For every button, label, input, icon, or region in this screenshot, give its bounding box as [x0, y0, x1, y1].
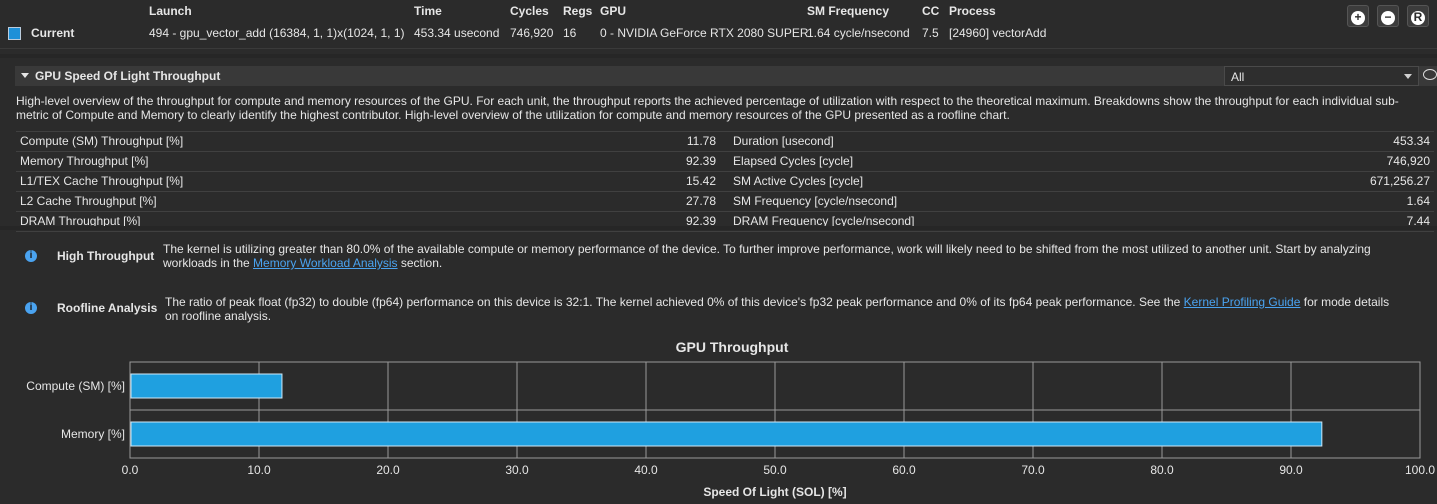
note-title: Roofline Analysis	[57, 301, 158, 315]
reset-button[interactable]: R	[1407, 5, 1429, 27]
col-time[interactable]: Time	[414, 4, 442, 18]
metric-value: 15.42	[685, 174, 716, 188]
reset-icon: R	[1411, 11, 1425, 25]
col-regs[interactable]: Regs	[563, 4, 592, 18]
dropdown-value: All	[1231, 70, 1245, 84]
time-value: 453.34 usecond	[414, 26, 500, 40]
chart-title: GPU Throughput	[676, 339, 789, 355]
launch-header: Launch Time Cycles Regs GPU SM Frequency…	[0, 0, 1437, 49]
section-description: High-level overview of the throughput fo…	[16, 94, 1399, 122]
info-icon: i	[25, 302, 37, 314]
current-color-swatch	[8, 27, 21, 40]
body-filter-dropdown[interactable]: All	[1224, 66, 1419, 86]
section-title: GPU Speed Of Light Throughput	[35, 69, 221, 83]
x-tick-label: 30.0	[505, 463, 529, 477]
launch-value: 494 - gpu_vector_add (16384, 1, 1)x(1024…	[149, 26, 405, 40]
chevron-down-icon	[1404, 74, 1412, 79]
metric-value: 27.78	[685, 194, 716, 208]
section-header[interactable]: GPU Speed Of Light Throughput All	[15, 66, 1437, 86]
comment-icon[interactable]	[1423, 69, 1437, 80]
metric-name: Duration [usecond]	[733, 134, 834, 148]
metric-value: 1.64	[1406, 194, 1430, 208]
x-tick-label: 70.0	[1021, 463, 1045, 477]
x-tick-label: 50.0	[763, 463, 787, 477]
metric-name: Elapsed Cycles [cycle]	[733, 154, 854, 168]
cc-value: 7.5	[922, 26, 939, 40]
add-baseline-button[interactable]: +	[1347, 5, 1369, 27]
x-tick-label: 90.0	[1279, 463, 1303, 477]
x-tick-label: 60.0	[892, 463, 916, 477]
plus-circle-icon: +	[1351, 11, 1365, 25]
bar[interactable]	[130, 421, 1323, 447]
gpu-value: 0 - NVIDIA GeForce RTX 2080 SUPER	[600, 26, 809, 40]
x-tick-label: 0.0	[122, 463, 139, 477]
info-icon: i	[25, 250, 37, 262]
col-sm-frequency[interactable]: SM Frequency	[807, 4, 889, 18]
note-title: High Throughput	[57, 249, 155, 263]
memory-workload-analysis-link[interactable]: Memory Workload Analysis	[253, 256, 398, 270]
x-tick-label: 10.0	[247, 463, 271, 477]
col-cycles[interactable]: Cycles	[510, 4, 549, 18]
x-axis-label: Speed Of Light (SOL) [%]	[703, 485, 846, 499]
x-tick-label: 40.0	[634, 463, 658, 477]
divider	[0, 54, 1437, 58]
metric-row: Memory Throughput [%] 92.39 Elapsed Cycles…	[16, 151, 1434, 171]
y-category-label: Memory [%]	[61, 427, 125, 441]
metric-value: 92.39	[685, 154, 716, 168]
metric-name: SM Active Cycles [cycle]	[733, 174, 864, 188]
gpu-throughput-chart: GPU Throughput Speed Of Light (SOL) [%] …	[26, 339, 1435, 499]
sm-frequency-value: 1.64 cycle/nsecond	[807, 26, 910, 40]
metric-value: 746,920	[1386, 154, 1430, 168]
collapse-triangle-icon[interactable]	[21, 73, 29, 78]
remove-baseline-button[interactable]: −	[1377, 5, 1399, 27]
cycles-value: 746,920	[510, 26, 554, 40]
metric-value: 11.78	[686, 134, 716, 148]
regs-value: 16	[563, 26, 577, 40]
metric-row: L1/TEX Cache Throughput [%] 15.42 SM Activ…	[16, 171, 1434, 191]
x-tick-label: 100.0	[1405, 463, 1435, 477]
col-process[interactable]: Process	[949, 4, 996, 18]
bar[interactable]	[130, 373, 283, 399]
metric-name: L2 Cache Throughput [%]	[20, 194, 157, 208]
col-launch[interactable]: Launch	[149, 4, 192, 18]
note-text: The kernel is utilizing greater than 80.…	[163, 242, 1371, 270]
col-cc[interactable]: CC	[922, 4, 939, 18]
metric-row: L2 Cache Throughput [%] 27.78 SM Frequency…	[16, 191, 1434, 211]
metrics-table: Compute (SM) Throughput [%] 11.78 Duration…	[16, 131, 1434, 232]
process-value: [24960] vectorAdd	[949, 26, 1047, 40]
metric-name: L1/TEX Cache Throughput [%]	[20, 174, 184, 188]
metric-name: Compute (SM) Throughput [%]	[20, 134, 184, 148]
metric-value: 671,256.27	[1369, 174, 1430, 188]
divider	[0, 226, 1437, 230]
y-category-label: Compute (SM) [%]	[26, 379, 125, 393]
minus-circle-icon: −	[1381, 11, 1395, 25]
metric-value: 453.34	[1393, 134, 1430, 148]
kernel-profiling-guide-link[interactable]: Kernel Profiling Guide	[1184, 295, 1301, 309]
current-label: Current	[31, 26, 75, 40]
col-gpu[interactable]: GPU	[600, 4, 626, 18]
metric-row: Compute (SM) Throughput [%] 11.78 Duration…	[16, 131, 1434, 151]
x-tick-label: 80.0	[1150, 463, 1174, 477]
metric-name: SM Frequency [cycle/nsecond]	[733, 194, 898, 208]
x-tick-label: 20.0	[376, 463, 400, 477]
note-text: The ratio of peak float (fp32) to double…	[165, 295, 1390, 323]
metric-name: Memory Throughput [%]	[20, 154, 149, 168]
